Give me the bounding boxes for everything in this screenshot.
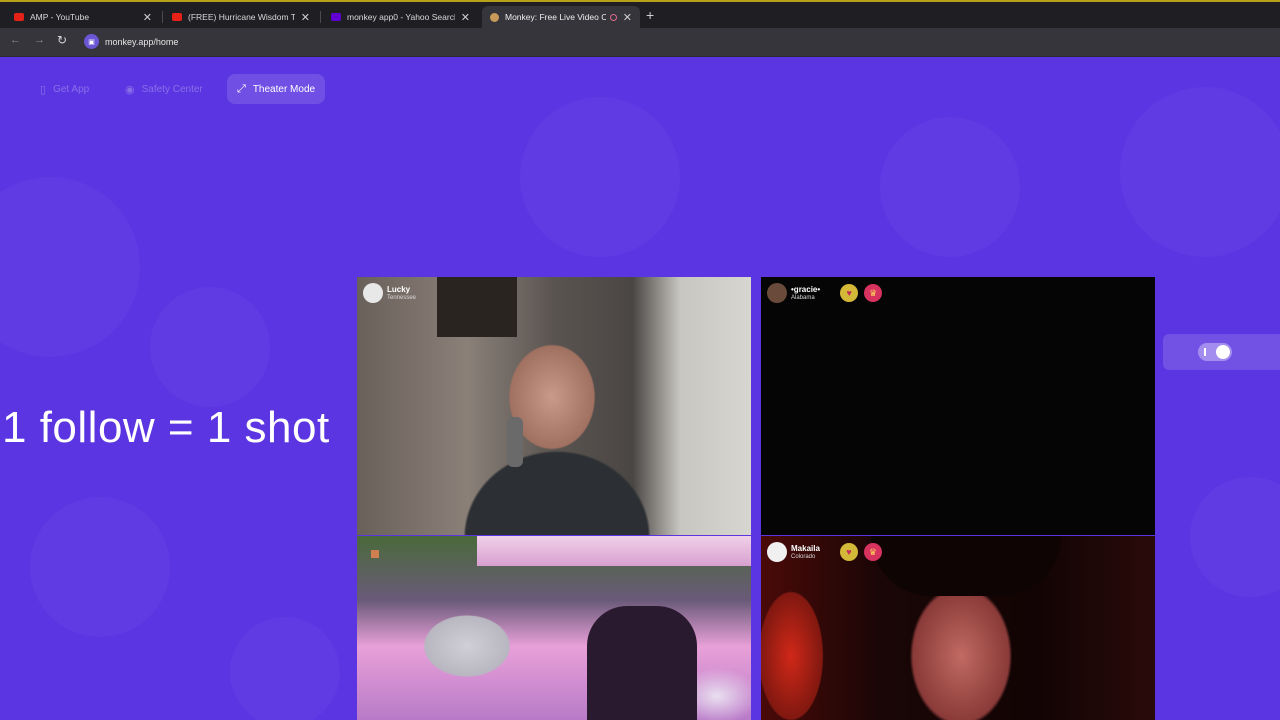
user-info: Makaila Colorado ♥ ♛ bbox=[767, 542, 882, 562]
toggle-knob bbox=[1216, 345, 1230, 359]
tab-title: Monkey: Free Live Video Ch bbox=[505, 12, 606, 22]
user-name: Makaila bbox=[791, 543, 820, 553]
back-icon[interactable]: ← bbox=[10, 34, 21, 46]
close-icon[interactable]: ✕ bbox=[143, 11, 152, 24]
user-location: Colorado bbox=[791, 553, 816, 560]
crown-icon: ♛ bbox=[863, 543, 882, 561]
recording-icon bbox=[609, 13, 617, 21]
expand-icon: ⤢ bbox=[237, 82, 246, 95]
tab-title: AMP - YouTube bbox=[30, 12, 90, 22]
tab-title: monkey app0 - Yahoo Search R bbox=[347, 12, 455, 22]
avatar bbox=[363, 283, 383, 303]
user-location: Tennessee bbox=[387, 294, 417, 301]
tab-monkey[interactable]: Monkey: Free Live Video Ch ✕ bbox=[482, 6, 640, 28]
monkey-home-page: ▯ Get App ◉ Safety Center ⤢ Theater Mode… bbox=[0, 57, 1280, 720]
tab-title: (FREE) Hurricane Wisdom Type bbox=[188, 12, 295, 22]
user-info: •gracie• Alabama ♥ ♛ bbox=[767, 283, 883, 303]
forward-icon[interactable]: → bbox=[34, 34, 45, 46]
video-tile-lucky: Lucky Tennessee bbox=[357, 277, 751, 535]
youtube-icon bbox=[172, 13, 182, 21]
video-tile-makaila: Makaila Colorado ♥ ♛ bbox=[761, 536, 1155, 720]
yahoo-icon bbox=[331, 13, 341, 21]
heart-icon: ♥ bbox=[839, 543, 858, 561]
browser-toolbar: ← → ↻ ▣ monkey.app/home bbox=[0, 28, 1280, 57]
safety-center-button[interactable]: ◉ Safety Center bbox=[115, 74, 213, 104]
new-tab-button[interactable]: + bbox=[646, 7, 654, 23]
reload-icon[interactable]: ↻ bbox=[57, 33, 67, 47]
theater-mode-label: Theater Mode bbox=[252, 83, 316, 95]
user-location: Alabama bbox=[791, 294, 815, 301]
avatar bbox=[767, 542, 787, 562]
crown-icon: ♛ bbox=[864, 284, 883, 302]
user-name: •gracie• bbox=[791, 284, 821, 294]
shield-icon: ◉ bbox=[125, 83, 135, 96]
stream-overlay-text: 1 follow = 1 shot bbox=[2, 403, 330, 452]
address-bar[interactable]: monkey.app/home bbox=[105, 37, 178, 47]
video-tile-3 bbox=[357, 536, 751, 720]
settings-toggle[interactable] bbox=[1198, 343, 1232, 361]
theater-mode-button[interactable]: ⤢ Theater Mode bbox=[227, 74, 326, 104]
avatar bbox=[767, 283, 787, 303]
get-app-label: Get App bbox=[53, 83, 90, 95]
safety-center-label: Safety Center bbox=[141, 83, 203, 95]
heart-icon: ♥ bbox=[840, 284, 859, 302]
close-icon[interactable]: ✕ bbox=[301, 11, 310, 24]
video-tile-gracie: •gracie• Alabama ♥ ♛ bbox=[761, 277, 1155, 535]
side-panel bbox=[1163, 334, 1280, 370]
site-info-icon[interactable]: ▣ bbox=[84, 34, 99, 49]
close-icon[interactable]: ✕ bbox=[623, 11, 632, 24]
user-info: Lucky Tennessee bbox=[363, 283, 416, 303]
get-app-button[interactable]: ▯ Get App bbox=[30, 74, 99, 104]
tab-youtube-hurricane[interactable]: (FREE) Hurricane Wisdom Type ✕ bbox=[164, 6, 318, 28]
toggle-on-icon bbox=[1204, 348, 1206, 356]
tab-youtube-amp[interactable]: AMP - YouTube ✕ bbox=[6, 6, 160, 28]
phone-icon: ▯ bbox=[40, 83, 47, 96]
tab-yahoo-search[interactable]: monkey app0 - Yahoo Search R ✕ bbox=[323, 6, 478, 28]
browser-tab-bar: AMP - YouTube ✕ (FREE) Hurricane Wisdom … bbox=[0, 0, 1280, 28]
user-name: Lucky bbox=[387, 284, 411, 294]
close-icon[interactable]: ✕ bbox=[461, 11, 470, 24]
monkey-icon bbox=[490, 12, 499, 22]
youtube-icon bbox=[14, 13, 24, 21]
